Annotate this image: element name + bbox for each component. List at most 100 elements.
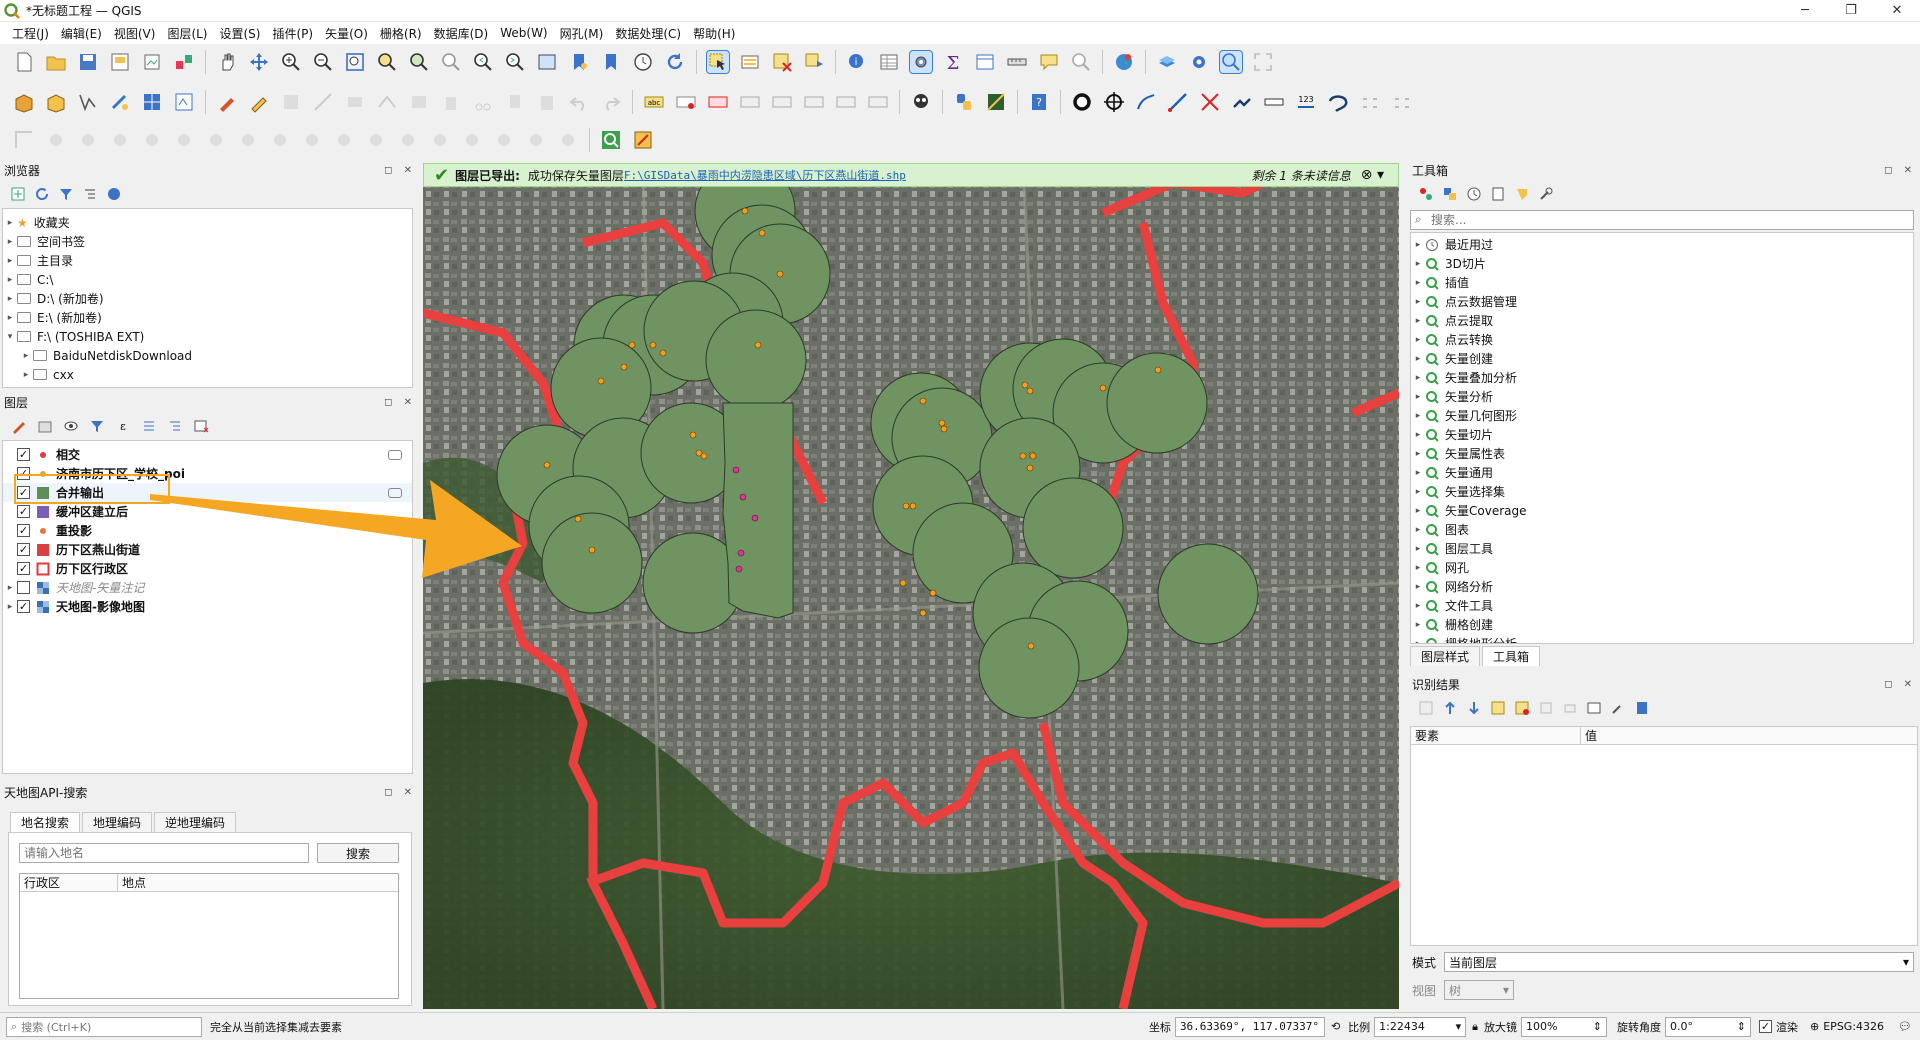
- toolbox-group[interactable]: ▸ 点云数据管理: [1411, 292, 1913, 311]
- scripts-python-icon[interactable]: [1442, 186, 1458, 202]
- menu-view[interactable]: 视图(V): [108, 25, 162, 42]
- line-tool-icon[interactable]: [1167, 91, 1189, 113]
- toolbox-group[interactable]: ▸ 矢量通用: [1411, 463, 1913, 482]
- numbering-tool-icon[interactable]: 123: [1295, 91, 1317, 113]
- menu-project[interactable]: 工程(J): [6, 25, 55, 42]
- school-poi-point[interactable]: [1021, 381, 1029, 389]
- school-poi-point[interactable]: [1099, 384, 1107, 392]
- expand-arrow-icon[interactable]: ▸: [1411, 601, 1425, 611]
- add-part-icon[interactable]: [173, 129, 195, 151]
- open-project-icon[interactable]: [45, 51, 67, 73]
- edit-features-in-place-icon[interactable]: [1514, 186, 1530, 202]
- advanced-digitize-icon[interactable]: [1391, 91, 1413, 113]
- layout-manager-icon[interactable]: [141, 51, 163, 73]
- tab-reverse-geocode[interactable]: 逆地理编码: [154, 812, 237, 832]
- panel-controls-icon[interactable]: ◻ ✕: [384, 165, 416, 176]
- snapping-icon[interactable]: [1359, 91, 1381, 113]
- rotate-feature-icon[interactable]: [45, 129, 67, 151]
- expand-arrow-icon[interactable]: ▸: [1411, 335, 1425, 345]
- clear-results-icon[interactable]: [1514, 700, 1530, 716]
- undo-icon[interactable]: [568, 91, 590, 113]
- crosshair-icon[interactable]: [1103, 91, 1125, 113]
- tab-layer-styling[interactable]: 图层样式: [1410, 646, 1481, 666]
- school-poi-point[interactable]: [1019, 452, 1027, 460]
- menu-database[interactable]: 数据库(D): [428, 25, 495, 42]
- school-poi-point[interactable]: [754, 341, 762, 349]
- layer-row[interactable]: ▸ ✓ 天地图-影像地图: [3, 597, 412, 616]
- locator-search-icon[interactable]: [1070, 51, 1092, 73]
- filter-browser-icon[interactable]: [58, 186, 74, 202]
- new-virtual-layer-icon[interactable]: [141, 91, 163, 113]
- intersect-poi-point[interactable]: [737, 549, 745, 557]
- menu-mesh[interactable]: 网孔(M): [554, 25, 610, 42]
- expand-arrow-icon[interactable]: ▸: [1411, 449, 1425, 459]
- school-poi-point[interactable]: [940, 425, 948, 433]
- filter-expression-icon[interactable]: ε: [115, 418, 131, 434]
- school-poi-point[interactable]: [1026, 464, 1034, 472]
- expand-arrow-icon[interactable]: ▸: [1411, 544, 1425, 554]
- expand-arrow-icon[interactable]: ▸: [1411, 639, 1425, 644]
- zoom-next-icon[interactable]: [504, 51, 526, 73]
- toggle-editing-icon[interactable]: [248, 91, 270, 113]
- school-poi-point[interactable]: [899, 579, 907, 587]
- identify-mode-icon[interactable]: [1586, 700, 1602, 716]
- history-icon[interactable]: [1466, 186, 1482, 202]
- school-poi-point[interactable]: [659, 349, 667, 357]
- menu-web[interactable]: Web(W): [494, 26, 553, 40]
- toolbox-group[interactable]: ▸ 文件工具: [1411, 596, 1913, 615]
- open-field-calculator-icon[interactable]: [974, 51, 996, 73]
- toolbox-group[interactable]: ▸ 矢量Coverage: [1411, 501, 1913, 520]
- intersect-poi-point[interactable]: [732, 466, 740, 474]
- menu-edit[interactable]: 编辑(E): [55, 25, 108, 42]
- expand-arrow-icon[interactable]: ▸: [1411, 468, 1425, 478]
- save-edits-icon[interactable]: [280, 91, 302, 113]
- delete-ring-icon[interactable]: [237, 129, 259, 151]
- layer-visibility-checkbox[interactable]: ✓: [17, 505, 30, 518]
- properties-info-icon[interactable]: [106, 186, 122, 202]
- layer-visibility-checkbox[interactable]: ✓: [17, 562, 30, 575]
- zoom-layer-icon[interactable]: [408, 51, 430, 73]
- fullscreen-icon[interactable]: [1252, 51, 1274, 73]
- fill-ring-icon[interactable]: [205, 129, 227, 151]
- toolbox-search-input[interactable]: [1410, 210, 1914, 230]
- select-location-icon[interactable]: [803, 51, 825, 73]
- tab-toolbox[interactable]: 工具箱: [1482, 646, 1541, 666]
- split-features-icon[interactable]: [429, 129, 451, 151]
- zoom-last-icon[interactable]: [472, 51, 494, 73]
- toolbox-group[interactable]: ▸ 矢量属性表: [1411, 444, 1913, 463]
- current-edits-icon[interactable]: [216, 91, 238, 113]
- toolbox-group[interactable]: ▸ 矢量叠加分析: [1411, 368, 1913, 387]
- school-poi-point[interactable]: [909, 502, 917, 510]
- menu-raster[interactable]: 栅格(R): [374, 25, 428, 42]
- simplify-feature-icon[interactable]: [109, 129, 131, 151]
- magnifier-spinbox[interactable]: 100% ⇕: [1521, 1016, 1608, 1037]
- column-header[interactable]: 行政区: [20, 874, 118, 891]
- add-group-icon[interactable]: [37, 418, 53, 434]
- toolbox-group[interactable]: ▸ 网孔: [1411, 558, 1913, 577]
- new-project-icon[interactable]: [13, 51, 35, 73]
- expand-arrow-icon[interactable]: ▸: [1411, 316, 1425, 326]
- digitize-icon[interactable]: [312, 91, 334, 113]
- browser-item-e-drive[interactable]: ▸ E:\ (新加卷): [3, 308, 412, 327]
- add-selected-icon[interactable]: [10, 186, 26, 202]
- gps-skull-icon[interactable]: [910, 91, 932, 113]
- results-viewer-icon[interactable]: [1490, 186, 1506, 202]
- map-tips-icon[interactable]: [1038, 51, 1060, 73]
- expand-arrow-icon[interactable]: ▸: [1411, 392, 1425, 402]
- school-poi-point[interactable]: [1027, 642, 1035, 650]
- processing-toolbox-icon[interactable]: [909, 50, 933, 74]
- map-svg[interactable]: [423, 163, 1399, 1009]
- expand-arrow-icon[interactable]: ▸: [1411, 620, 1425, 630]
- toolbox-group[interactable]: ▸ 3D切片: [1411, 254, 1913, 273]
- pan-to-selection-icon[interactable]: [248, 51, 270, 73]
- add-layer-icon[interactable]: [1156, 51, 1178, 73]
- manage-visibility-icon[interactable]: [63, 418, 79, 434]
- models-icon[interactable]: [1418, 186, 1434, 202]
- zoom-out-icon[interactable]: [312, 51, 334, 73]
- copy-feature-icon[interactable]: [1538, 700, 1554, 716]
- toolbox-group[interactable]: ▸ 插值: [1411, 273, 1913, 292]
- zoom-native-icon[interactable]: [440, 51, 462, 73]
- xy-tool-icon[interactable]: [1135, 91, 1157, 113]
- shape-digitize-icon[interactable]: [1327, 91, 1349, 113]
- toolbox-group[interactable]: ▸ 矢量创建: [1411, 349, 1913, 368]
